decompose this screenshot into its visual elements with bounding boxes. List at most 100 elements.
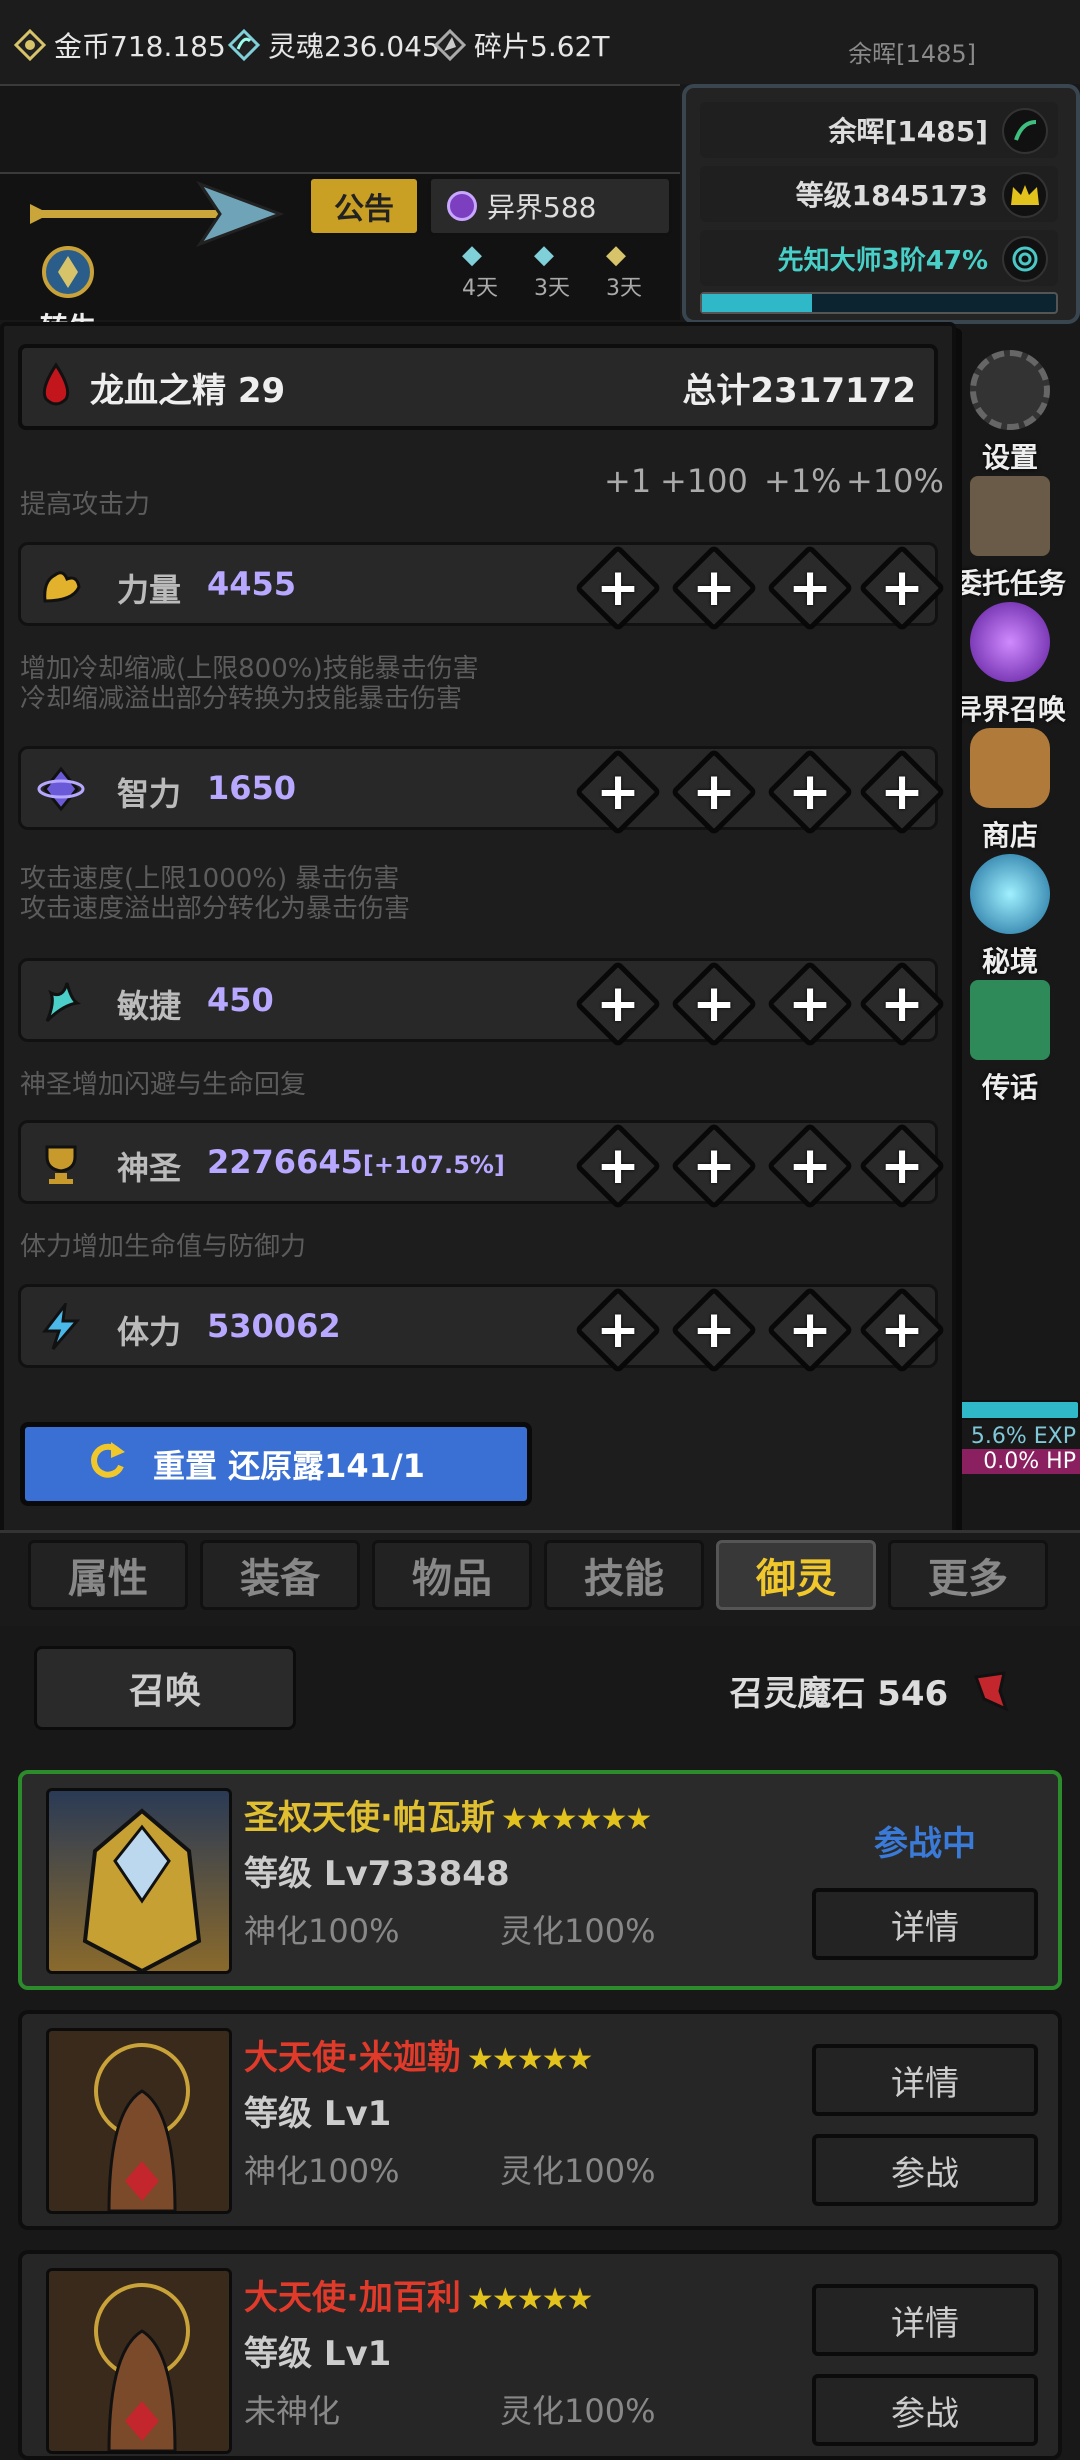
add-1pct-button[interactable]: +	[765, 1285, 857, 1377]
tab-items[interactable]: 物品	[372, 1540, 532, 1610]
add-100-button[interactable]: +	[669, 1121, 761, 1213]
add-1-button[interactable]: +	[573, 1121, 665, 1213]
add-1-button[interactable]: +	[573, 1285, 665, 1377]
spirit-portrait-archangel	[46, 2268, 232, 2454]
add-100-button[interactable]: +	[669, 747, 761, 839]
tab-spirits[interactable]: 御灵	[716, 1540, 876, 1610]
star-rating: ★★★★★★	[500, 1802, 652, 1837]
stat-row-holy: 神圣 2276645[+107.5%] + + + +	[18, 1120, 946, 1210]
spirit-name: 大天使·加百利 ★★★★★	[244, 2270, 593, 2319]
spirit-spiritualize: 灵化100%	[500, 2392, 656, 2430]
add-1-button[interactable]: +	[573, 747, 665, 839]
add-10pct-button[interactable]: +	[857, 747, 949, 839]
stat-value: 2276645[+107.5%]	[207, 1143, 505, 1181]
spirit-divinity: 未神化	[244, 2392, 341, 2430]
profile-name-row[interactable]: 余晖[1485]	[700, 102, 1058, 158]
details-button[interactable]: 详情	[812, 2044, 1038, 2116]
reset-arrow-icon	[85, 1438, 129, 1490]
reset-label: 重置 还原露141/1	[153, 1447, 425, 1485]
increment-plus-100: +100	[660, 462, 748, 500]
menu-shop[interactable]: 商店	[940, 728, 1080, 854]
tab-attributes[interactable]: 属性	[28, 1540, 188, 1610]
notice-button[interactable]: 公告	[308, 176, 420, 236]
add-10pct-button[interactable]: +	[857, 1121, 949, 1213]
scroll-icon: ◆	[606, 240, 626, 270]
join-battle-button[interactable]: 参战	[812, 2134, 1038, 2206]
timer-2[interactable]: ◆ 3天	[534, 240, 570, 302]
resource-gold: 金币718.185	[10, 24, 226, 66]
stat-desc: 攻击速度(上限1000%) 暴击伤害 攻击速度溢出部分转化为暴击伤害	[20, 864, 411, 924]
menu-settings[interactable]: 设置	[940, 350, 1080, 476]
add-1-button[interactable]: +	[573, 543, 665, 635]
add-10pct-button[interactable]: +	[857, 543, 949, 635]
stat-value: 1650	[207, 769, 297, 807]
add-1-button[interactable]: +	[573, 959, 665, 1051]
spirit-divinity: 神化100%	[244, 2152, 400, 2190]
menu-message[interactable]: 传话	[940, 980, 1080, 1106]
increment-plus-1pct: +1%	[764, 462, 842, 500]
lightning-icon	[35, 1301, 87, 1353]
tab-equipment[interactable]: 装备	[200, 1540, 360, 1610]
details-button[interactable]: 详情	[812, 2284, 1038, 2356]
add-100-button[interactable]: +	[669, 543, 761, 635]
reset-button[interactable]: 重置 还原露141/1	[20, 1422, 532, 1506]
profile-name: 余晖[1485]	[828, 115, 988, 148]
menu-secret-realm[interactable]: 秘境	[940, 854, 1080, 980]
spirit-level: 等级 Lv1	[244, 2334, 392, 2374]
crown-icon	[1002, 172, 1048, 218]
horn-icon	[970, 980, 1050, 1060]
join-battle-button[interactable]: 参战	[812, 2374, 1038, 2446]
add-1pct-button[interactable]: +	[765, 747, 857, 839]
stat-name: 智力	[117, 775, 182, 813]
scroll-icon: ◆	[534, 240, 554, 270]
signal-icon	[1002, 108, 1048, 154]
otherworld-button[interactable]: 异界588	[428, 176, 672, 236]
profile-level-row: 等级1845173	[700, 166, 1058, 222]
stat-desc: 增加冷却缩减(上限800%)技能暴击伤害 冷却缩减溢出部分转换为技能暴击伤害	[20, 654, 479, 714]
profile-level: 等级1845173	[795, 179, 988, 212]
portal-icon	[970, 854, 1050, 934]
stat-desc: 神圣增加闪避与生命回复	[20, 1070, 307, 1100]
gear-icon	[970, 350, 1050, 430]
vortex-icon	[970, 602, 1050, 682]
stat-row-intelligence: 智力 1650 + + + +	[18, 746, 946, 836]
tab-skills[interactable]: 技能	[544, 1540, 704, 1610]
top-username: 余晖[1485]	[848, 40, 976, 68]
stat-name: 体力	[117, 1313, 182, 1351]
add-100-button[interactable]: +	[669, 1285, 761, 1377]
essence-total: 总计2317172	[682, 370, 916, 411]
add-10pct-button[interactable]: +	[857, 1285, 949, 1377]
increment-plus-10pct: +10%	[846, 462, 944, 500]
add-1pct-button[interactable]: +	[765, 543, 857, 635]
shard-icon	[430, 25, 470, 65]
soul-icon	[224, 25, 264, 65]
scroll-icon	[970, 476, 1050, 556]
gold-coin-icon	[10, 25, 50, 65]
agility-wing-icon	[35, 975, 87, 1027]
timer-1[interactable]: ◆ 4天	[462, 240, 498, 302]
trophy-icon	[35, 1137, 87, 1189]
add-100-button[interactable]: +	[669, 959, 761, 1051]
add-10pct-button[interactable]: +	[857, 959, 949, 1051]
add-1pct-button[interactable]: +	[765, 959, 857, 1051]
rebirth-button[interactable]: 转生	[30, 242, 106, 344]
red-crystal-icon	[970, 1669, 1010, 1722]
strength-arm-icon	[35, 559, 87, 611]
stat-row-stamina: 体力 530062 + + + +	[18, 1284, 946, 1374]
menu-quests[interactable]: 委托任务	[940, 476, 1080, 602]
details-button[interactable]: 详情	[812, 1888, 1038, 1960]
spirit-name-text: 大天使·米迦勒	[244, 2038, 461, 2078]
star-rating: ★★★★★	[466, 2042, 593, 2077]
add-1pct-button[interactable]: +	[765, 1121, 857, 1213]
timer-3[interactable]: ◆ 3天	[606, 240, 642, 302]
profile-title-row[interactable]: 先知大师3阶47%	[700, 230, 1058, 286]
stat-row-strength: 力量 4455 + + + +	[18, 542, 946, 632]
stat-desc: 体力增加生命值与防御力	[20, 1232, 307, 1262]
summon-button[interactable]: 召唤	[34, 1646, 296, 1730]
resource-shard: 碎片5.62T	[430, 24, 609, 66]
resource-soul: 灵魂236.045	[224, 24, 440, 66]
spirit-spiritualize: 灵化100%	[500, 1912, 656, 1950]
menu-summon[interactable]: 异界召唤	[940, 602, 1080, 728]
attack-hint: 提高攻击力	[20, 490, 151, 520]
tab-more[interactable]: 更多	[888, 1540, 1048, 1610]
